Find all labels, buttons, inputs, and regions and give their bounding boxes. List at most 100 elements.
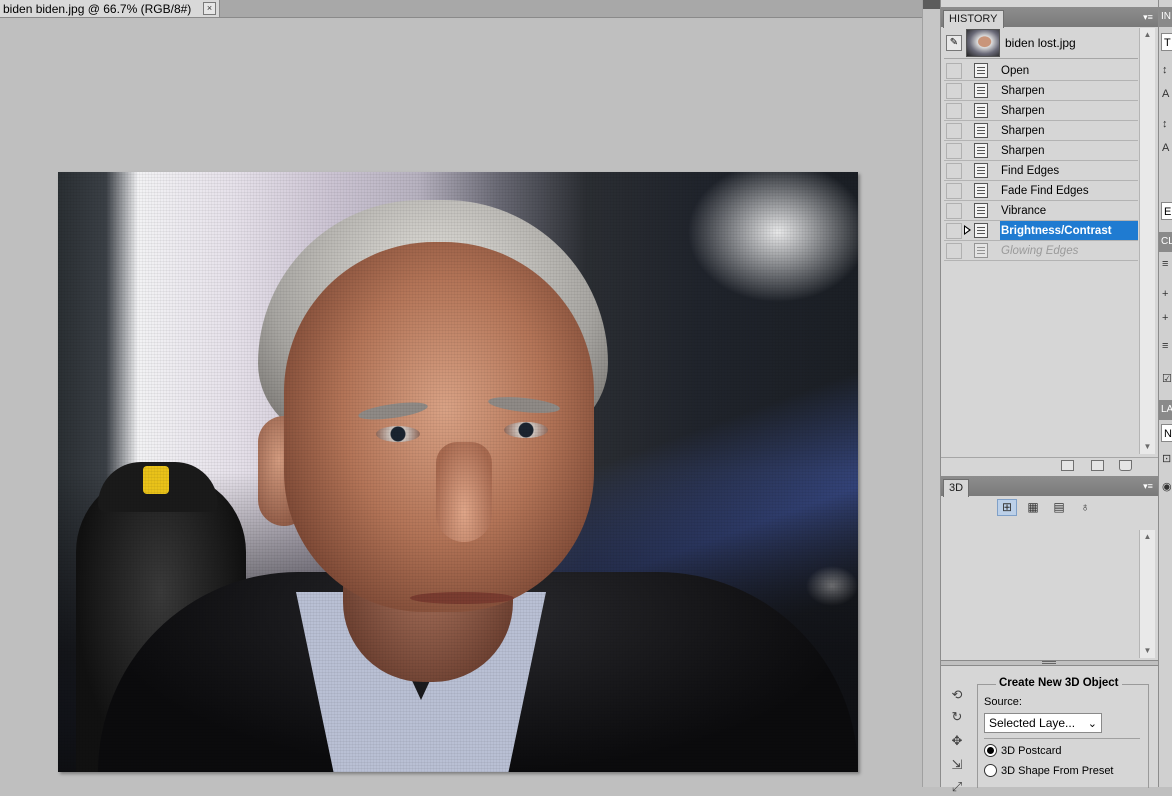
- document-tab[interactable]: biden biden.jpg @ 66.7% (RGB/8#) ×: [0, 0, 220, 17]
- history-state[interactable]: Sharpen: [944, 121, 1138, 141]
- strip-tool-icon[interactable]: ↕: [1162, 64, 1168, 76]
- materials-icon[interactable]: ▤: [1049, 499, 1069, 516]
- history-state-label: Open: [1001, 64, 1030, 77]
- divider-grip-icon[interactable]: [1042, 661, 1056, 664]
- history-state-label-wrap: Brightness/Contrast: [1000, 221, 1138, 240]
- strip-tool-icon[interactable]: ≡: [1162, 340, 1168, 352]
- strip-tool-icon[interactable]: A: [1162, 88, 1169, 100]
- panel-3d-menu-icon[interactable]: ▾≡: [1141, 480, 1155, 492]
- history-panel-menu-icon[interactable]: ▾≡: [1141, 11, 1155, 23]
- roll-3d-icon[interactable]: ↻: [947, 708, 967, 726]
- scale-3d-icon[interactable]: ⤢: [947, 778, 967, 796]
- history-state[interactable]: Sharpen: [944, 141, 1138, 161]
- rotate-3d-icon[interactable]: ⟲: [947, 686, 967, 704]
- strip-tool-icon[interactable]: +: [1162, 288, 1168, 300]
- history-panel-tab[interactable]: HISTORY: [943, 10, 1004, 28]
- drag-3d-icon[interactable]: ✥: [947, 732, 967, 750]
- history-state-label: Fade Find Edges: [1001, 184, 1089, 197]
- strip-field-e[interactable]: E: [1161, 202, 1172, 220]
- slide-3d-icon[interactable]: ⇲: [947, 756, 967, 774]
- scroll-down-icon[interactable]: ▼: [1140, 644, 1155, 658]
- source-select[interactable]: Selected Laye... ⌄: [984, 713, 1102, 733]
- history-brush-source-checkbox[interactable]: [946, 242, 962, 259]
- history-state-list: Open Sharpen Sharpen Sharpen Sharpen Fin…: [944, 61, 1138, 261]
- strip-panel-header-clone[interactable]: CL: [1159, 232, 1172, 252]
- lights-icon[interactable]: ♁: [1075, 499, 1095, 516]
- history-brush-source-checkbox[interactable]: [946, 82, 962, 99]
- history-state-icon: [974, 243, 988, 258]
- strip-tool-icon[interactable]: ≡: [1162, 258, 1168, 270]
- panel-column: HISTORY ▾≡ ✎ biden lost.jpg Open Sharpen…: [940, 0, 1159, 794]
- scene-icon[interactable]: ⊞: [997, 499, 1017, 516]
- close-tab-icon[interactable]: ×: [203, 2, 216, 15]
- history-state[interactable]: Fade Find Edges: [944, 181, 1138, 201]
- history-state[interactable]: Sharpen: [944, 81, 1138, 101]
- history-state-label: Sharpen: [1001, 124, 1045, 137]
- history-state-label-wrap: Sharpen: [1000, 121, 1138, 140]
- panel-3d-divider[interactable]: [941, 660, 1159, 666]
- strip-panel-header-info[interactable]: IN: [1159, 7, 1172, 27]
- strip-panel-header-layers[interactable]: LA: [1159, 400, 1172, 420]
- history-state[interactable]: Sharpen: [944, 101, 1138, 121]
- history-state[interactable]: Find Edges: [944, 161, 1138, 181]
- panel-3d-filter-bar: ⊞ ▦ ▤ ♁: [997, 499, 1095, 516]
- panel-3d-header: 3D ▾≡: [941, 476, 1159, 497]
- history-state-label-wrap: Open: [1000, 61, 1138, 80]
- create-3d-separator: [984, 738, 1140, 739]
- snapshot-thumbnail: [966, 29, 1000, 57]
- scroll-up-icon[interactable]: ▲: [1140, 28, 1155, 42]
- brush-icon[interactable]: ✎: [946, 35, 962, 51]
- history-state-label: Sharpen: [1001, 84, 1045, 97]
- history-state-icon: [974, 203, 988, 218]
- panel-3d-tab[interactable]: 3D: [943, 479, 970, 497]
- scroll-up-icon[interactable]: ▲: [1140, 530, 1155, 544]
- history-brush-source-checkbox[interactable]: [946, 162, 962, 179]
- option-3d-shape-from-preset-label: 3D Shape From Preset: [1001, 764, 1114, 777]
- meshes-icon[interactable]: ▦: [1023, 499, 1043, 516]
- history-brush-source-checkbox[interactable]: [946, 182, 962, 199]
- strip-field-n[interactable]: N: [1161, 424, 1172, 442]
- history-state-label-wrap: Find Edges: [1000, 161, 1138, 180]
- history-brush-source-checkbox[interactable]: [946, 202, 962, 219]
- history-brush-source-checkbox[interactable]: [946, 102, 962, 119]
- new-document-from-state-icon[interactable]: [1061, 460, 1074, 471]
- history-state-selected[interactable]: Brightness/Contrast: [944, 221, 1138, 241]
- strip-tool-icon[interactable]: A: [1162, 142, 1169, 154]
- history-brush-source-checkbox[interactable]: [946, 142, 962, 159]
- chevron-down-icon: ⌄: [1087, 718, 1097, 730]
- scroll-down-icon[interactable]: ▼: [1140, 440, 1155, 454]
- source-label: Source:: [984, 696, 1022, 708]
- history-state-label-wrap: Sharpen: [1000, 101, 1138, 120]
- history-state-label: Sharpen: [1001, 104, 1045, 117]
- new-snapshot-icon[interactable]: [1091, 460, 1104, 471]
- history-state-pointer-icon[interactable]: [964, 225, 971, 235]
- panel-dock-gutter-top: [923, 0, 941, 9]
- history-state-icon: [974, 143, 988, 158]
- history-state[interactable]: Open: [944, 61, 1138, 81]
- delete-state-icon[interactable]: [1119, 460, 1132, 471]
- radio-3d-shape-from-preset[interactable]: [984, 764, 997, 777]
- panel-3d-scrollbar[interactable]: ▲ ▼: [1139, 530, 1155, 658]
- radio-3d-postcard[interactable]: [984, 744, 997, 757]
- image-canvas[interactable]: [58, 172, 858, 772]
- history-state[interactable]: Vibrance: [944, 201, 1138, 221]
- history-brush-source-checkbox[interactable]: [946, 122, 962, 139]
- history-snapshot[interactable]: ✎ biden lost.jpg: [944, 28, 1138, 59]
- option-3d-shape-from-preset[interactable]: 3D Shape From Preset: [984, 764, 1114, 777]
- history-scrollbar[interactable]: ▲ ▼: [1139, 28, 1155, 454]
- history-brush-source-checkbox[interactable]: [946, 222, 962, 239]
- document-tab-bar: biden biden.jpg @ 66.7% (RGB/8#) ×: [0, 0, 940, 18]
- strip-field-t[interactable]: T: [1161, 33, 1172, 51]
- history-state-label-wrap: Sharpen: [1000, 81, 1138, 100]
- eye-icon[interactable]: ◉: [1162, 480, 1172, 493]
- strip-tool-icon[interactable]: +: [1162, 312, 1168, 324]
- panel-3d-content: ⊞ ▦ ▤ ♁: [941, 496, 1159, 656]
- strip-tool-icon[interactable]: ⊡: [1162, 452, 1171, 465]
- history-brush-source-checkbox[interactable]: [946, 62, 962, 79]
- history-state-undone[interactable]: Glowing Edges: [944, 241, 1138, 261]
- collapsed-panel-strip: IN T ↕ A ↕ A E CL ≡ + + ≡ ☑ LA N ⊡ ◉: [1158, 0, 1172, 787]
- strip-tool-icon[interactable]: ↕: [1162, 118, 1168, 130]
- option-3d-postcard[interactable]: 3D Postcard: [984, 744, 1062, 757]
- history-state-icon: [974, 223, 988, 238]
- strip-checkbox-icon[interactable]: ☑: [1162, 372, 1172, 385]
